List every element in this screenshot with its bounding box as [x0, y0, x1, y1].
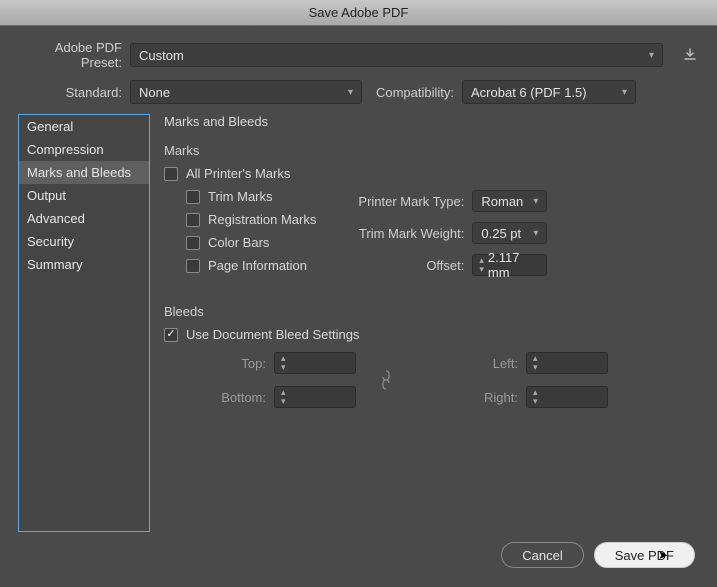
bleed-top-label: Top:	[164, 356, 274, 371]
chevron-down-icon: ▾	[533, 196, 538, 207]
sidebar-item-marks-and-bleeds[interactable]: Marks and Bleeds	[19, 161, 149, 184]
all-marks-checkbox[interactable]	[164, 167, 178, 181]
mark-weight-select[interactable]: 0.25 pt ▾	[472, 222, 547, 244]
chevron-down-icon: ▾	[649, 50, 654, 61]
stepper-icon: ▴▾	[533, 354, 538, 372]
use-doc-bleed-checkbox[interactable]	[164, 328, 178, 342]
stepper-icon: ▴▾	[281, 354, 286, 372]
mark-weight-value: 0.25 pt	[481, 226, 521, 241]
compat-label: Compatibility:	[362, 85, 462, 100]
registration-marks-checkbox[interactable]	[186, 213, 200, 227]
stepper-icon[interactable]: ▴▾	[479, 256, 484, 274]
standard-value: None	[139, 85, 170, 100]
category-sidebar: GeneralCompressionMarks and BleedsOutput…	[18, 114, 150, 532]
bleed-top-input: ▴▾	[274, 352, 356, 374]
offset-input[interactable]: ▴▾ 2.117 mm	[472, 254, 547, 276]
trim-marks-checkbox[interactable]	[186, 190, 200, 204]
save-pdf-label: Save PDF	[615, 548, 674, 563]
chevron-down-icon: ▾	[622, 87, 627, 98]
offset-value: 2.117 mm	[488, 250, 540, 280]
compat-select[interactable]: Acrobat 6 (PDF 1.5) ▾	[462, 80, 636, 104]
sidebar-item-output[interactable]: Output	[19, 184, 149, 207]
sidebar-item-summary[interactable]: Summary	[19, 253, 149, 276]
mark-weight-label: Trim Mark Weight:	[340, 226, 472, 241]
mark-type-value: Roman	[481, 194, 523, 209]
chevron-down-icon: ▾	[348, 87, 353, 98]
standard-label: Standard:	[18, 85, 130, 100]
bleed-bottom-label: Bottom:	[164, 390, 274, 405]
bleeds-section-title: Bleeds	[164, 304, 695, 319]
color-bars-label: Color Bars	[208, 235, 269, 250]
sidebar-item-advanced[interactable]: Advanced	[19, 207, 149, 230]
save-pdf-button[interactable]: Save PDF ➤	[594, 542, 695, 568]
stepper-icon: ▴▾	[281, 388, 286, 406]
color-bars-checkbox[interactable]	[186, 236, 200, 250]
sidebar-item-security[interactable]: Security	[19, 230, 149, 253]
preset-select[interactable]: Custom ▾	[130, 43, 663, 67]
cancel-button[interactable]: Cancel	[501, 542, 583, 568]
all-marks-label: All Printer's Marks	[186, 166, 290, 181]
page-info-checkbox[interactable]	[186, 259, 200, 273]
standard-select[interactable]: None ▾	[130, 80, 362, 104]
download-preset-icon[interactable]	[681, 46, 699, 64]
marks-section-title: Marks	[164, 143, 695, 158]
page-info-label: Page Information	[208, 258, 307, 273]
use-doc-bleed-label: Use Document Bleed Settings	[186, 327, 359, 342]
window-title: Save Adobe PDF	[0, 0, 717, 26]
preset-label: Adobe PDF Preset:	[18, 40, 130, 70]
chevron-down-icon: ▾	[533, 228, 538, 239]
link-icon	[374, 369, 398, 391]
mark-type-select[interactable]: Roman ▾	[472, 190, 547, 212]
trim-marks-label: Trim Marks	[208, 189, 273, 204]
bleed-bottom-input: ▴▾	[274, 386, 356, 408]
bleed-right-label: Right:	[416, 390, 526, 405]
offset-label: Offset:	[340, 258, 472, 273]
sidebar-item-compression[interactable]: Compression	[19, 138, 149, 161]
mark-type-label: Printer Mark Type:	[340, 194, 472, 209]
bleed-left-input: ▴▾	[526, 352, 608, 374]
panel-title: Marks and Bleeds	[164, 114, 695, 129]
sidebar-item-general[interactable]: General	[19, 115, 149, 138]
bleed-left-label: Left:	[416, 356, 526, 371]
compat-value: Acrobat 6 (PDF 1.5)	[471, 85, 587, 100]
preset-value: Custom	[139, 48, 184, 63]
registration-marks-label: Registration Marks	[208, 212, 316, 227]
stepper-icon: ▴▾	[533, 388, 538, 406]
bleed-right-input: ▴▾	[526, 386, 608, 408]
